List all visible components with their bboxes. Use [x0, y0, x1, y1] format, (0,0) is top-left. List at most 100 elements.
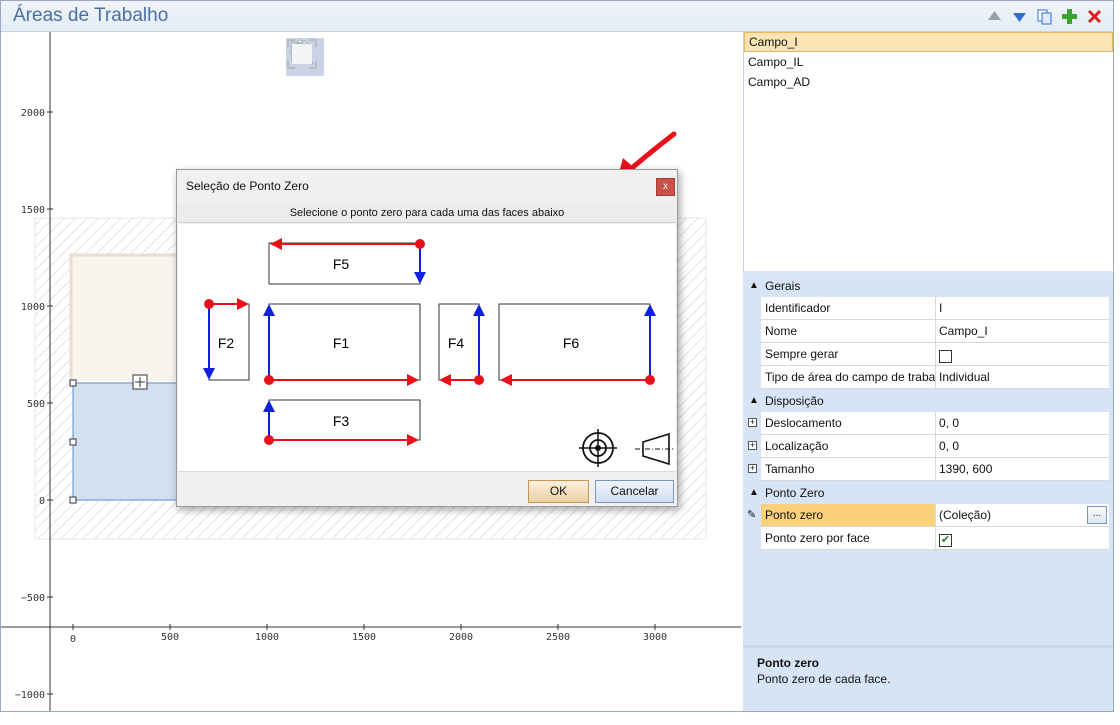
property-value[interactable]: 0, 0 — [936, 435, 1109, 458]
close-button[interactable]: x — [656, 178, 675, 196]
face-f2[interactable]: F2 — [203, 298, 250, 381]
category-label: Disposição — [765, 394, 824, 408]
expand-icon[interactable]: + — [748, 441, 757, 450]
property-row-size[interactable]: + Tamanho 1390, 600 — [743, 458, 1109, 481]
fit-tool[interactable] — [287, 38, 456, 76]
handle — [69, 438, 77, 446]
y-tick-label: 500 — [27, 399, 45, 410]
x-tick-label: 2500 — [546, 632, 570, 643]
zero-point-marker — [474, 375, 484, 385]
collapse-caret-icon[interactable]: ▲ — [749, 482, 759, 504]
zero-point-per-face-checkbox[interactable]: ✔ — [939, 534, 952, 548]
property-name: Tamanho — [761, 458, 936, 481]
category-general[interactable]: ▲ Gerais — [743, 275, 1109, 297]
property-name: Deslocamento — [761, 412, 936, 435]
y-tick-label: −500 — [21, 593, 45, 604]
property-name: Sempre gerar — [761, 343, 936, 366]
property-value[interactable]: Campo_I — [936, 320, 1109, 343]
zero-point-marker — [204, 299, 214, 309]
property-value: ✔ — [936, 527, 1109, 550]
y-tick-label: 0 — [39, 496, 45, 507]
delete-icon[interactable] — [1086, 8, 1103, 25]
fit-icon — [287, 39, 317, 69]
list-item[interactable]: Campo_I — [744, 32, 1113, 52]
face-f5[interactable]: F5 — [268, 238, 426, 285]
move-up-icon[interactable] — [986, 8, 1003, 25]
window-title: Áreas de Trabalho — [13, 5, 169, 26]
zoom-tool[interactable] — [288, 38, 412, 76]
property-value[interactable]: (Coleção) ... — [936, 504, 1109, 527]
pan-tool[interactable] — [289, 38, 368, 76]
list-item[interactable]: Campo_IL — [744, 52, 1113, 72]
face-label: F5 — [333, 256, 350, 272]
property-row-location[interactable]: + Localização 0, 0 — [743, 435, 1109, 458]
property-value[interactable]: I — [936, 297, 1109, 320]
property-row-zero-point[interactable]: ✎ Ponto zero (Coleção) ... — [743, 504, 1109, 527]
handle — [69, 379, 77, 387]
x-tick-label: 1500 — [352, 632, 376, 643]
property-value[interactable]: 0, 0 — [936, 412, 1109, 435]
property-row-offset[interactable]: + Deslocamento 0, 0 — [743, 412, 1109, 435]
face-f4[interactable]: F4 — [438, 303, 485, 386]
dialog-title: Seleção de Ponto Zero — [186, 179, 309, 193]
copy-icon[interactable] — [1036, 8, 1053, 25]
canvas-toolbar — [286, 38, 456, 76]
zero-point-marker — [264, 375, 274, 385]
collapse-caret-icon[interactable]: ▲ — [749, 275, 759, 297]
category-layout[interactable]: ▲ Disposição — [743, 390, 1109, 412]
y-tick-label: −1000 — [15, 690, 45, 701]
face-label: F4 — [448, 335, 465, 351]
move-down-icon[interactable] — [1011, 8, 1028, 25]
property-row-name[interactable]: Nome Campo_I — [743, 320, 1109, 343]
title-bar: Áreas de Trabalho — [1, 1, 1113, 32]
property-name: Tipo de área do campo de trabalho — [761, 366, 936, 389]
face-f3[interactable]: F3 — [263, 399, 421, 446]
property-value — [936, 343, 1109, 366]
property-value[interactable]: 1390, 600 — [936, 458, 1109, 481]
zero-point-dialog: Seleção de Ponto Zero x Selecione o pont… — [176, 169, 678, 507]
face-label: F3 — [333, 413, 350, 429]
property-name: Ponto zero — [761, 504, 936, 527]
x-tick-label: 1000 — [255, 632, 279, 643]
category-zero-point[interactable]: ▲ Ponto Zero — [743, 482, 1109, 504]
property-name: Ponto zero por face — [761, 527, 936, 550]
property-name: Identificador — [761, 297, 936, 320]
dialog-instruction: Selecione o ponto zero para cada uma das… — [178, 203, 676, 223]
property-value[interactable]: Individual — [936, 366, 1109, 389]
property-row-always-generate[interactable]: Sempre gerar — [743, 343, 1109, 366]
y-tick-label: 1000 — [21, 302, 45, 313]
zero-point-value: (Coleção) — [939, 508, 992, 522]
expand-icon[interactable]: + — [748, 418, 757, 427]
always-generate-checkbox[interactable] — [939, 350, 952, 364]
list-item[interactable]: Campo_AD — [744, 72, 1113, 92]
add-icon[interactable] — [1061, 8, 1078, 25]
cancel-button[interactable]: Cancelar — [595, 480, 674, 503]
property-row-zero-point-per-face[interactable]: Ponto zero por face ✔ — [743, 527, 1109, 550]
ok-button[interactable]: OK — [528, 480, 589, 503]
projection-icon[interactable] — [635, 432, 675, 466]
x-tick-label: 2000 — [449, 632, 473, 643]
face-label: F2 — [218, 335, 235, 351]
property-description: Ponto zero Ponto zero de cada face. — [743, 645, 1113, 711]
title-toolbar — [986, 8, 1103, 25]
zero-point-marker — [645, 375, 655, 385]
move-handle-icon — [132, 374, 148, 390]
expand-icon[interactable]: + — [748, 464, 757, 473]
collapse-caret-icon[interactable]: ▲ — [749, 390, 759, 412]
crosshair-icon[interactable] — [579, 429, 617, 467]
face-f1[interactable]: F1 — [263, 303, 421, 386]
category-label: Gerais — [765, 279, 801, 293]
zero-point-marker — [415, 239, 425, 249]
property-row-area-type[interactable]: Tipo de área do campo de trabalho Indivi… — [743, 366, 1109, 389]
property-name: Localização — [761, 435, 936, 458]
face-label: F1 — [333, 335, 350, 351]
property-row-identifier[interactable]: Identificador I — [743, 297, 1109, 320]
x-tick-label: 0 — [70, 634, 76, 645]
y-tick-label: 1500 — [21, 205, 45, 216]
category-label: Ponto Zero — [765, 486, 825, 500]
collection-editor-button[interactable]: ... — [1087, 506, 1107, 524]
faces-diagram: F5 F2 F1 F4 F6 F3 — [203, 238, 675, 467]
x-tick-label: 500 — [161, 632, 179, 643]
faces-panel: F5 F2 F1 F4 F6 F3 — [178, 224, 676, 471]
face-f6[interactable]: F6 — [498, 303, 656, 386]
